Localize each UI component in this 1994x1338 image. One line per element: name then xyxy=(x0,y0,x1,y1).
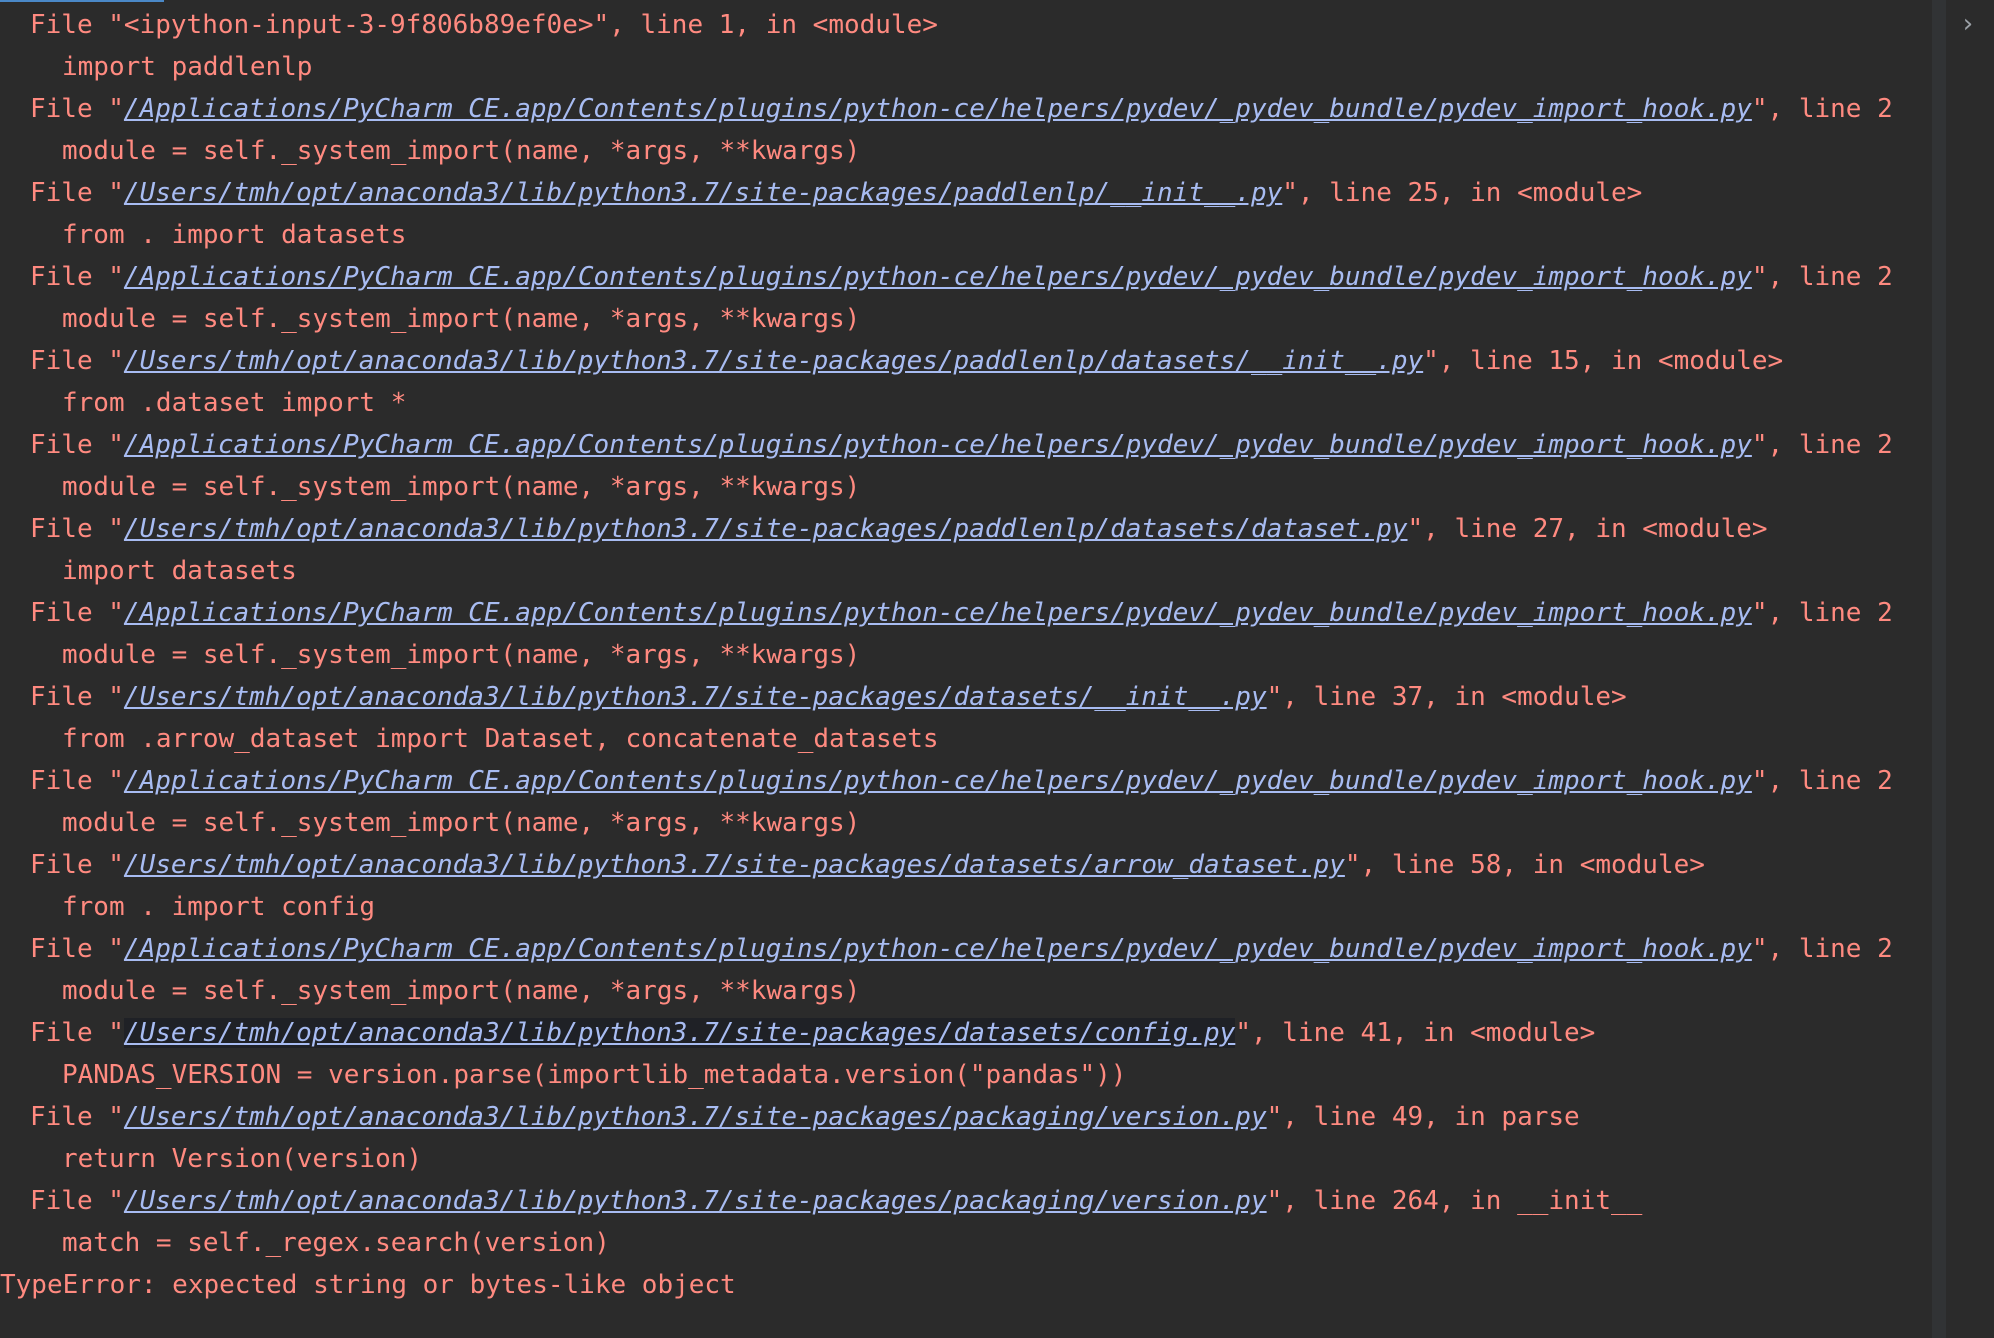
file-prefix: File " xyxy=(30,1102,124,1132)
file-prefix: File " xyxy=(30,1018,124,1048)
file-path-link[interactable]: /Users/tmh/opt/anaconda3/lib/python3.7/s… xyxy=(123,1018,1236,1048)
traceback-file-line: File "/Users/tmh/opt/anaconda3/lib/pytho… xyxy=(0,844,1932,886)
file-suffix: ", line 37, in <module> xyxy=(1266,682,1627,712)
file-prefix: File " xyxy=(30,178,124,208)
file-path-link[interactable]: /Applications/PyCharm CE.app/Contents/pl… xyxy=(124,262,1752,292)
traceback-code-line: from . import datasets xyxy=(62,220,407,250)
file-suffix: ", line 2 xyxy=(1751,598,1893,628)
traceback-code-line: module = self._system_import(name, *args… xyxy=(62,136,861,166)
file-path-link[interactable]: /Users/tmh/opt/anaconda3/lib/python3.7/s… xyxy=(124,1102,1267,1132)
file-path-link[interactable]: /Users/tmh/opt/anaconda3/lib/python3.7/s… xyxy=(124,682,1267,712)
console-output: File "<ipython-input-3-9f806b89ef0e>", l… xyxy=(0,0,1932,1338)
traceback-code-line: import paddlenlp xyxy=(62,52,313,82)
file-suffix: ", line 25, in <module> xyxy=(1282,178,1643,208)
traceback-code-line: module = self._system_import(name, *args… xyxy=(62,304,861,334)
file-prefix: File " xyxy=(30,346,124,376)
traceback-file-line: File "/Users/tmh/opt/anaconda3/lib/pytho… xyxy=(0,172,1932,214)
file-path-link[interactable]: /Applications/PyCharm CE.app/Contents/pl… xyxy=(124,766,1752,796)
traceback-file-line: File "/Users/tmh/opt/anaconda3/lib/pytho… xyxy=(0,1096,1932,1138)
traceback-code-line: match = self._regex.search(version) xyxy=(62,1228,610,1258)
file-suffix: <ipython-input-3-9f806b89ef0e>", line 1,… xyxy=(123,10,938,40)
file-prefix: File " xyxy=(30,262,124,292)
traceback-code-line: from .dataset import * xyxy=(62,388,407,418)
error-message: TypeError: expected string or bytes-like… xyxy=(0,1270,736,1300)
traceback-code-line: module = self._system_import(name, *args… xyxy=(62,472,861,502)
file-suffix: ", line 2 xyxy=(1751,262,1893,292)
file-path-link[interactable]: /Users/tmh/opt/anaconda3/lib/python3.7/s… xyxy=(124,178,1282,208)
file-suffix: ", line 15, in <module> xyxy=(1423,346,1784,376)
file-prefix: File " xyxy=(30,850,124,880)
traceback-file-line: File "/Applications/PyCharm CE.app/Conte… xyxy=(0,592,1932,634)
file-suffix: ", line 58, in <module> xyxy=(1344,850,1705,880)
file-prefix: File " xyxy=(30,430,124,460)
file-path-link[interactable]: /Users/tmh/opt/anaconda3/lib/python3.7/s… xyxy=(124,346,1423,376)
file-path-link[interactable]: /Applications/PyCharm CE.app/Contents/pl… xyxy=(124,934,1752,964)
file-suffix: ", line 41, in <module> xyxy=(1235,1018,1596,1048)
file-path-link[interactable]: /Users/tmh/opt/anaconda3/lib/python3.7/s… xyxy=(124,850,1345,880)
file-suffix: ", line 2 xyxy=(1751,94,1893,124)
traceback-file-line: File "/Applications/PyCharm CE.app/Conte… xyxy=(0,424,1932,466)
traceback-file-line: File "/Applications/PyCharm CE.app/Conte… xyxy=(0,760,1932,802)
traceback-file-line: File "/Applications/PyCharm CE.app/Conte… xyxy=(0,256,1932,298)
traceback-file-line: File "/Applications/PyCharm CE.app/Conte… xyxy=(0,88,1932,130)
file-suffix: ", line 2 xyxy=(1751,430,1893,460)
file-suffix: ", line 2 xyxy=(1751,766,1893,796)
file-path-link[interactable]: /Applications/PyCharm CE.app/Contents/pl… xyxy=(124,598,1752,628)
traceback-code-line: import datasets xyxy=(62,556,297,586)
file-suffix: ", line 2 xyxy=(1751,934,1893,964)
file-path-link[interactable]: /Users/tmh/opt/anaconda3/lib/python3.7/s… xyxy=(124,1186,1267,1216)
traceback: File "<ipython-input-3-9f806b89ef0e>", l… xyxy=(0,4,1932,1306)
file-prefix: File " xyxy=(30,682,124,712)
file-prefix: File " xyxy=(30,1186,124,1216)
traceback-code-line: PANDAS_VERSION = version.parse(importlib… xyxy=(62,1060,1127,1090)
file-prefix: File " xyxy=(30,598,124,628)
file-suffix: ", line 264, in __init__ xyxy=(1266,1186,1643,1216)
traceback-file-line: File "/Users/tmh/opt/anaconda3/lib/pytho… xyxy=(0,1012,1932,1054)
file-prefix: File " xyxy=(30,766,124,796)
console-top-accent xyxy=(0,0,164,2)
traceback-code-line: return Version(version) xyxy=(62,1144,423,1174)
file-prefix: File " xyxy=(30,94,124,124)
console-scrollbar[interactable] xyxy=(1932,0,1946,1338)
chevron-right-icon[interactable]: › xyxy=(1954,10,1982,38)
file-prefix: File " xyxy=(30,934,124,964)
file-suffix: ", line 49, in parse xyxy=(1266,1102,1580,1132)
traceback-code-line: module = self._system_import(name, *args… xyxy=(62,640,861,670)
file-prefix: File " xyxy=(30,10,124,40)
traceback-file-line: File "/Applications/PyCharm CE.app/Conte… xyxy=(0,928,1932,970)
traceback-code-line: module = self._system_import(name, *args… xyxy=(62,808,861,838)
traceback-file-line: File "/Users/tmh/opt/anaconda3/lib/pytho… xyxy=(0,340,1932,382)
file-path-link[interactable]: /Users/tmh/opt/anaconda3/lib/python3.7/s… xyxy=(124,514,1408,544)
file-prefix: File " xyxy=(30,514,124,544)
traceback-code-line: module = self._system_import(name, *args… xyxy=(62,976,861,1006)
file-suffix: ", line 27, in <module> xyxy=(1407,514,1768,544)
traceback-file-line: File "/Users/tmh/opt/anaconda3/lib/pytho… xyxy=(0,676,1932,718)
file-path-link[interactable]: /Applications/PyCharm CE.app/Contents/pl… xyxy=(124,430,1752,460)
traceback-code-line: from .arrow_dataset import Dataset, conc… xyxy=(62,724,939,754)
traceback-file-line: File "<ipython-input-3-9f806b89ef0e>", l… xyxy=(0,4,1932,46)
traceback-code-line: from . import config xyxy=(62,892,376,922)
traceback-file-line: File "/Users/tmh/opt/anaconda3/lib/pytho… xyxy=(0,508,1932,550)
traceback-file-line: File "/Users/tmh/opt/anaconda3/lib/pytho… xyxy=(0,1180,1932,1222)
file-path-link[interactable]: /Applications/PyCharm CE.app/Contents/pl… xyxy=(124,94,1752,124)
